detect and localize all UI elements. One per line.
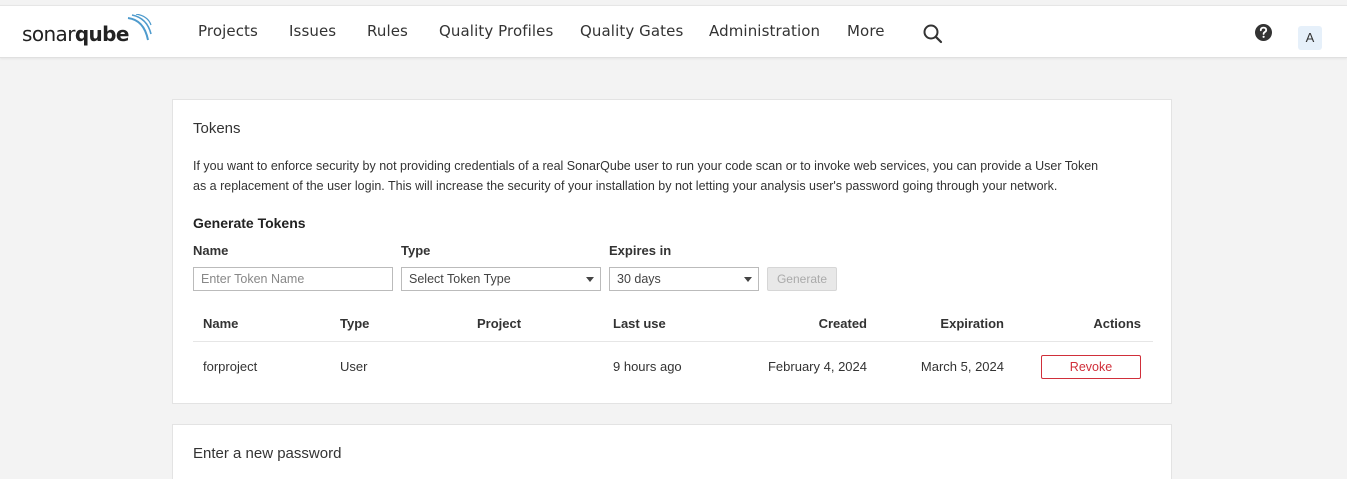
nav-administration[interactable]: Administration [709, 22, 820, 40]
nav-quality-gates[interactable]: Quality Gates [580, 22, 683, 40]
help-icon[interactable] [1254, 23, 1273, 42]
col-header-type: Type [340, 316, 370, 331]
logo-text: sonarqube [22, 22, 129, 46]
token-expiration-cell: March 5, 2024 [920, 359, 1004, 374]
tokens-title: Tokens [193, 120, 241, 137]
name-label: Name [193, 243, 229, 258]
col-header-created: Created [818, 316, 867, 331]
chevron-down-icon [586, 277, 594, 282]
col-header-last-use: Last use [613, 316, 666, 331]
token-type-cell: User [340, 359, 368, 374]
logo-waves-icon [127, 14, 152, 41]
token-name-cell: forproject [203, 359, 258, 374]
revoke-button[interactable]: Revoke [1041, 355, 1141, 379]
generate-button[interactable]: Generate [767, 267, 837, 291]
expires-in-value: 30 days [617, 272, 661, 286]
nav-projects[interactable]: Projects [198, 22, 258, 40]
password-title: Enter a new password [193, 445, 342, 462]
token-name-input[interactable]: Enter Token Name [193, 267, 393, 291]
nav-rules[interactable]: Rules [367, 22, 408, 40]
token-type-select[interactable]: Select Token Type [401, 267, 601, 291]
token-created-cell: February 4, 2024 [767, 359, 867, 374]
tokens-card: Tokens If you want to enforce security b… [172, 99, 1172, 404]
nav-quality-profiles[interactable]: Quality Profiles [439, 22, 553, 40]
user-avatar[interactable]: A [1298, 26, 1322, 50]
col-header-expiration: Expiration [940, 316, 1004, 331]
chevron-down-icon [744, 277, 752, 282]
generate-tokens-heading: Generate Tokens [193, 215, 306, 231]
tokens-description-line1: If you want to enforce security by not p… [193, 159, 1099, 173]
table-divider [193, 341, 1153, 342]
col-header-name: Name [203, 316, 239, 331]
type-label: Type [401, 243, 431, 258]
password-card: Enter a new password [172, 424, 1172, 479]
nav-issues[interactable]: Issues [289, 22, 336, 40]
token-last-use-cell: 9 hours ago [613, 359, 682, 374]
search-icon[interactable] [922, 23, 944, 45]
col-header-actions: Actions [1093, 316, 1141, 331]
col-header-project: Project [477, 316, 522, 331]
expires-label: Expires in [609, 243, 672, 258]
expires-in-select[interactable]: 30 days [609, 267, 759, 291]
top-navbar: sonarqube Projects Issues Rules Quality … [0, 5, 1347, 58]
token-type-value: Select Token Type [409, 272, 511, 286]
tokens-description-line2: as a replacement of the user login. This… [193, 179, 1058, 193]
nav-more[interactable]: More [847, 22, 885, 40]
tokens-description: If you want to enforce security by not p… [193, 156, 1153, 196]
